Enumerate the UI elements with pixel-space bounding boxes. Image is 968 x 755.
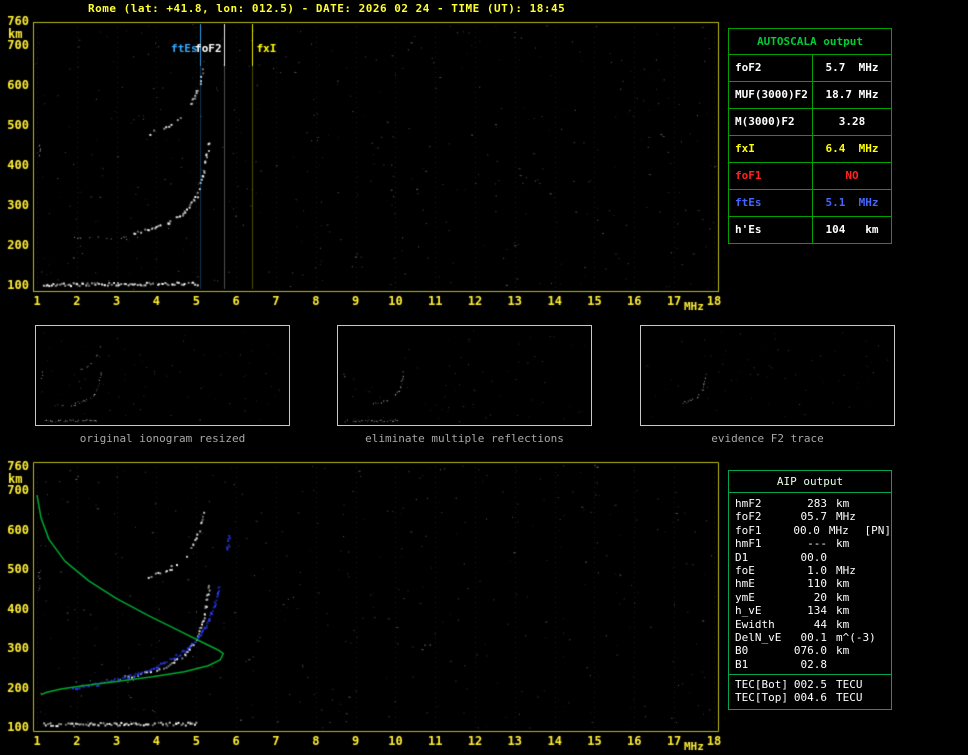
row-label-M3000: M(3000)F2	[729, 109, 813, 135]
aip-header: AIP output	[729, 471, 891, 493]
aip-rows: hmF2 283 km foF2 05.7 MHz foF1 00.0 MHz [PN] hm…	[729, 493, 891, 674]
table-row: foF2 5.7 MHz	[729, 55, 891, 82]
aip-row: B1 02.8	[735, 657, 827, 671]
row-value-foF2: 5.7 MHz	[825, 61, 879, 74]
aip-output-panel: AIP output hmF2 283 km foF2 05.7 MHz foF1 00.…	[728, 470, 892, 710]
table-row: fxI 6.4 MHz	[729, 136, 891, 163]
row-value-ftEs: 5.1 MHz	[825, 196, 879, 209]
autoscala-output-panel: AUTOSCALA output foF2 5.7 MHz MUF(3000)F…	[728, 28, 892, 244]
thumbnail-evidence-f2-canvas	[641, 326, 894, 425]
thumbnail-caption: eliminate multiple reflections	[365, 432, 564, 445]
aip-row: hmF1 --- km	[735, 537, 850, 551]
row-label-foF1: foF1	[729, 163, 813, 189]
row-label-ftEs: ftEs	[729, 190, 813, 216]
table-row: MUF(3000)F2 18.7 MHz	[729, 82, 891, 109]
table-row: M(3000)F2 3.28	[729, 109, 891, 136]
aip-row: foF1 00.0 MHz [PN]	[735, 523, 891, 537]
row-label-fxI: fxI	[729, 136, 813, 162]
row-value-foF1: NO	[845, 169, 859, 182]
aip-tec-section: TEC[Bot] 002.5 TECU TEC[Top] 004.6 TECU	[729, 674, 891, 709]
row-label-foF2: foF2	[729, 55, 813, 81]
thumbnail-original-ionogram-canvas	[36, 326, 289, 425]
aip-row: hmE 110 km	[735, 577, 850, 591]
row-value-MUF: 18.7 MHz	[825, 88, 879, 101]
aip-row: B0 076.0 km	[735, 644, 850, 658]
row-value-hEs: 104 km	[825, 223, 879, 236]
thumbnail-caption: original ionogram resized	[79, 432, 246, 445]
aip-row: hmF2 283 km	[735, 497, 850, 510]
aip-row: DelN_vE 00.1 m^(-3)	[735, 630, 876, 644]
top-ionogram-plot	[0, 14, 730, 319]
aip-row: foF2 05.7 MHz	[735, 510, 856, 524]
row-value-fxI: 6.4 MHz	[825, 142, 879, 155]
thumbnail-eliminate-reflections-canvas	[338, 326, 591, 425]
thumbnail-eliminate-reflections	[337, 325, 592, 426]
aip-row: ymE 20 km	[735, 590, 850, 604]
row-value-M3000: 3.28	[838, 115, 866, 128]
bottom-ionogram-plot	[0, 455, 730, 755]
table-row: ftEs 5.1 MHz	[729, 190, 891, 217]
aip-row: Ewidth 44 km	[735, 617, 850, 631]
thumbnail-caption: evidence F2 trace	[711, 432, 824, 445]
autoscala-header: AUTOSCALA output	[729, 29, 891, 55]
aip-row-tec-top: TEC[Top] 004.6 TECU	[735, 691, 863, 705]
autoscala-screen: Rome (lat: +41.8, lon: 012.5) - DATE: 20…	[0, 0, 968, 755]
thumbnail-original-ionogram	[35, 325, 290, 426]
aip-row: D1 00.0	[735, 550, 827, 564]
aip-row: foE 1.0 MHz	[735, 563, 856, 577]
thumbnail-evidence-f2	[640, 325, 895, 426]
table-row: foF1 NO	[729, 163, 891, 190]
aip-row: h_vE 134 km	[735, 604, 850, 618]
row-label-hEs: h'Es	[729, 217, 813, 243]
table-row: h'Es 104 km	[729, 217, 891, 243]
aip-row-tec-bot: TEC[Bot] 002.5 TECU	[735, 678, 863, 692]
row-label-MUF: MUF(3000)F2	[729, 82, 813, 108]
